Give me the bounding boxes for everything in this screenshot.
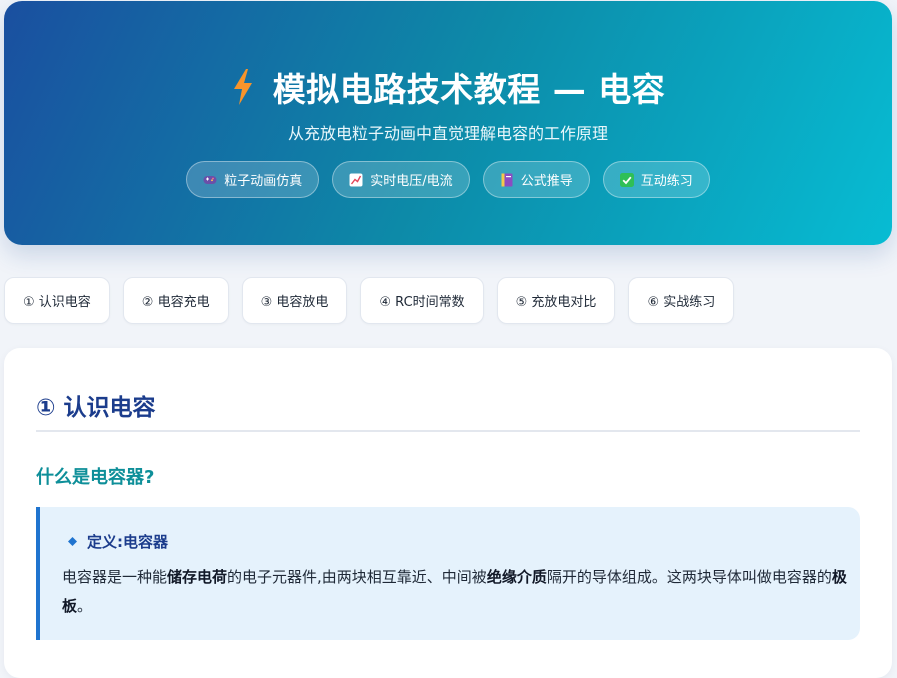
definition-heading-text: 定义:电容器: [87, 533, 168, 551]
definition-emphasis: 储存电荷: [167, 568, 228, 586]
badge-label: 粒子动画仿真: [224, 174, 303, 189]
badge-formula: 公式推导: [482, 161, 590, 198]
badge-label: 公式推导: [520, 174, 573, 189]
diamond-icon: [68, 537, 77, 546]
badge-realtime-voltage: 实时电压/电流: [332, 161, 470, 198]
content-card: ① 认识电容 什么是电容器? 定义:电容器 电容器是一种能储存电荷的电子元器件,…: [4, 348, 892, 678]
hero-banner: 模拟电路技术教程 — 电容 从充放电粒子动画中直觉理解电容的工作原理 粒子动画仿…: [4, 1, 892, 245]
chapter-tabs: ① 认识电容 ② 电容充电 ③ 电容放电 ④ RC时间常数 ⑤ 充放电对比 ⑥ …: [4, 277, 735, 324]
page-title: 模拟电路技术教程 — 电容: [272, 70, 666, 109]
definition-emphasis: 绝缘介质: [486, 568, 547, 586]
definition-text-part: 。: [77, 597, 93, 615]
tab-practice[interactable]: ⑥ 实战练习: [628, 277, 735, 324]
check-icon: [619, 172, 634, 187]
lightning-bolt-icon: [233, 69, 252, 105]
definition-text-part: 电容器是一种能: [62, 568, 168, 586]
badge-label: 实时电压/电流: [370, 174, 453, 189]
tab-charge-discharge-compare[interactable]: ⑤ 充放电对比: [496, 277, 616, 324]
tab-rc-time-constant[interactable]: ④ RC时间常数: [360, 277, 484, 324]
tab-capacitor-intro[interactable]: ① 认识电容: [4, 277, 110, 324]
badge-practice: 互动练习: [602, 161, 710, 198]
badge-particle-animation: 粒子动画仿真: [186, 161, 320, 198]
tab-charging[interactable]: ② 电容充电: [122, 277, 229, 324]
definition-text: 电容器是一种能储存电荷的电子元器件,由两块相互靠近、中间被绝缘介质隔开的导体组成…: [62, 563, 852, 621]
section-title: ① 认识电容: [36, 395, 156, 421]
divider: [36, 430, 860, 432]
definition-heading: 定义:电容器: [68, 531, 168, 552]
hero-title-row: 模拟电路技术教程 — 电容: [4, 63, 892, 111]
definition-text-part: 隔开的导体组成。这两块导体叫做电容器的: [546, 568, 832, 586]
feature-badges: 粒子动画仿真 实时电压/电流 公式推导 互动练习: [4, 161, 892, 198]
gamepad-icon: [203, 173, 217, 187]
badge-label: 互动练习: [640, 174, 693, 189]
book-icon: [500, 173, 514, 187]
definition-text-part: 的电子元器件,由两块相互靠近、中间被: [227, 568, 487, 586]
tab-discharging[interactable]: ③ 电容放电: [241, 277, 348, 324]
chart-up-icon: [349, 173, 363, 187]
page-subtitle: 从充放电粒子动画中直觉理解电容的工作原理: [287, 124, 608, 143]
definition-box: 定义:电容器 电容器是一种能储存电荷的电子元器件,由两块相互靠近、中间被绝缘介质…: [36, 507, 860, 640]
section-subtitle: 什么是电容器?: [36, 467, 155, 488]
